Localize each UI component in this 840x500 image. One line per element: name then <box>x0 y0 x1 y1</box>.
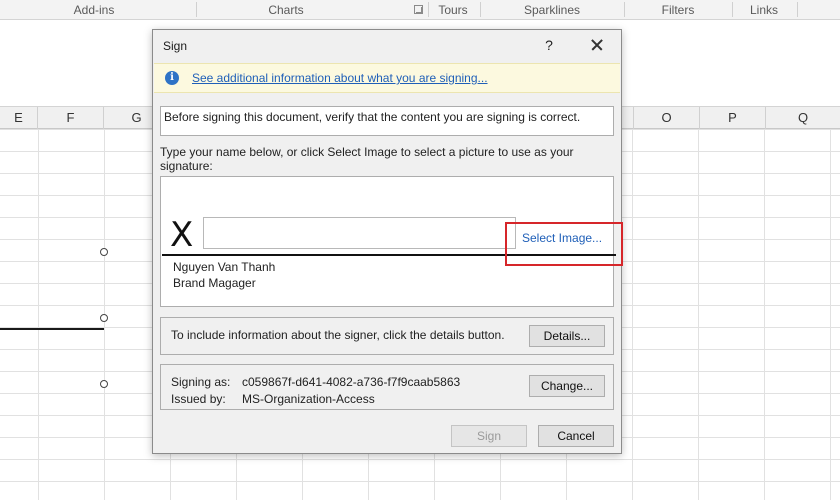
signature-instruction: Type your name below, or click Select Im… <box>160 145 574 173</box>
ribbon-group-charts: Charts <box>268 3 304 17</box>
ribbon-group-bar: Add-ins Charts Tours Sparklines Filters … <box>0 0 840 20</box>
details-button[interactable]: Details... <box>529 325 605 347</box>
signature-x-mark: X <box>170 215 194 255</box>
details-description: To include information about the signer,… <box>171 328 505 342</box>
verify-content-box: Before signing this document, verify tha… <box>160 106 614 136</box>
ribbon-group-sparklines: Sparklines <box>523 3 581 17</box>
signing-certificate-box: Signing as: c059867f-d641-4082-a736-f7f9… <box>160 364 614 410</box>
ribbon-separator <box>480 2 481 17</box>
signing-as-value: c059867f-d641-4082-a736-f7f9caab5863 <box>242 375 461 389</box>
sign-button[interactable]: Sign <box>451 425 527 447</box>
ribbon-separator <box>797 2 798 17</box>
signer-title: Brand Magager <box>173 276 256 290</box>
ribbon-separator <box>624 2 625 17</box>
signature-input[interactable] <box>203 217 516 249</box>
info-icon: i <box>165 71 179 85</box>
close-icon[interactable] <box>583 34 611 56</box>
column-header-p[interactable]: P <box>700 107 766 129</box>
column-header-o[interactable]: O <box>634 107 700 129</box>
ribbon-separator <box>732 2 733 17</box>
verify-content-text: Before signing this document, verify tha… <box>164 110 581 124</box>
signing-as-label: Signing as: <box>171 375 231 389</box>
ribbon-group-links: Links <box>749 3 779 17</box>
issued-by-value: MS-Organization-Access <box>242 392 375 406</box>
resize-handle[interactable] <box>100 248 108 256</box>
ribbon-separator <box>196 2 197 17</box>
resize-handle[interactable] <box>100 314 108 322</box>
column-header-f[interactable]: F <box>38 107 104 129</box>
dialog-title: Sign <box>163 39 188 53</box>
signature-line-shape[interactable] <box>0 328 104 330</box>
select-image-link[interactable]: Select Image... <box>522 231 602 245</box>
ribbon-group-filters: Filters <box>661 3 695 17</box>
signature-area: X Select Image... Nguyen Van Thanh Brand… <box>160 176 616 307</box>
cancel-button[interactable]: Cancel <box>538 425 614 447</box>
charts-dialog-launcher-icon[interactable] <box>414 5 423 14</box>
help-button[interactable]: ? <box>537 34 561 56</box>
column-header-q[interactable]: Q <box>766 107 840 129</box>
ribbon-separator <box>428 2 429 17</box>
signer-details-box: To include information about the signer,… <box>160 317 614 355</box>
additional-info-link[interactable]: See additional information about what yo… <box>192 71 488 85</box>
change-button[interactable]: Change... <box>529 375 605 397</box>
resize-handle[interactable] <box>100 380 108 388</box>
sign-dialog: Sign ? i See additional information abou… <box>152 29 622 454</box>
ribbon-group-addins: Add-ins <box>73 3 115 17</box>
signature-line <box>162 254 616 256</box>
info-bar: i See additional information about what … <box>154 63 620 93</box>
column-header-e[interactable]: E <box>0 107 38 129</box>
signer-name: Nguyen Van Thanh <box>173 260 276 274</box>
issued-by-label: Issued by: <box>171 392 226 406</box>
ribbon-group-tours: Tours <box>438 3 468 17</box>
